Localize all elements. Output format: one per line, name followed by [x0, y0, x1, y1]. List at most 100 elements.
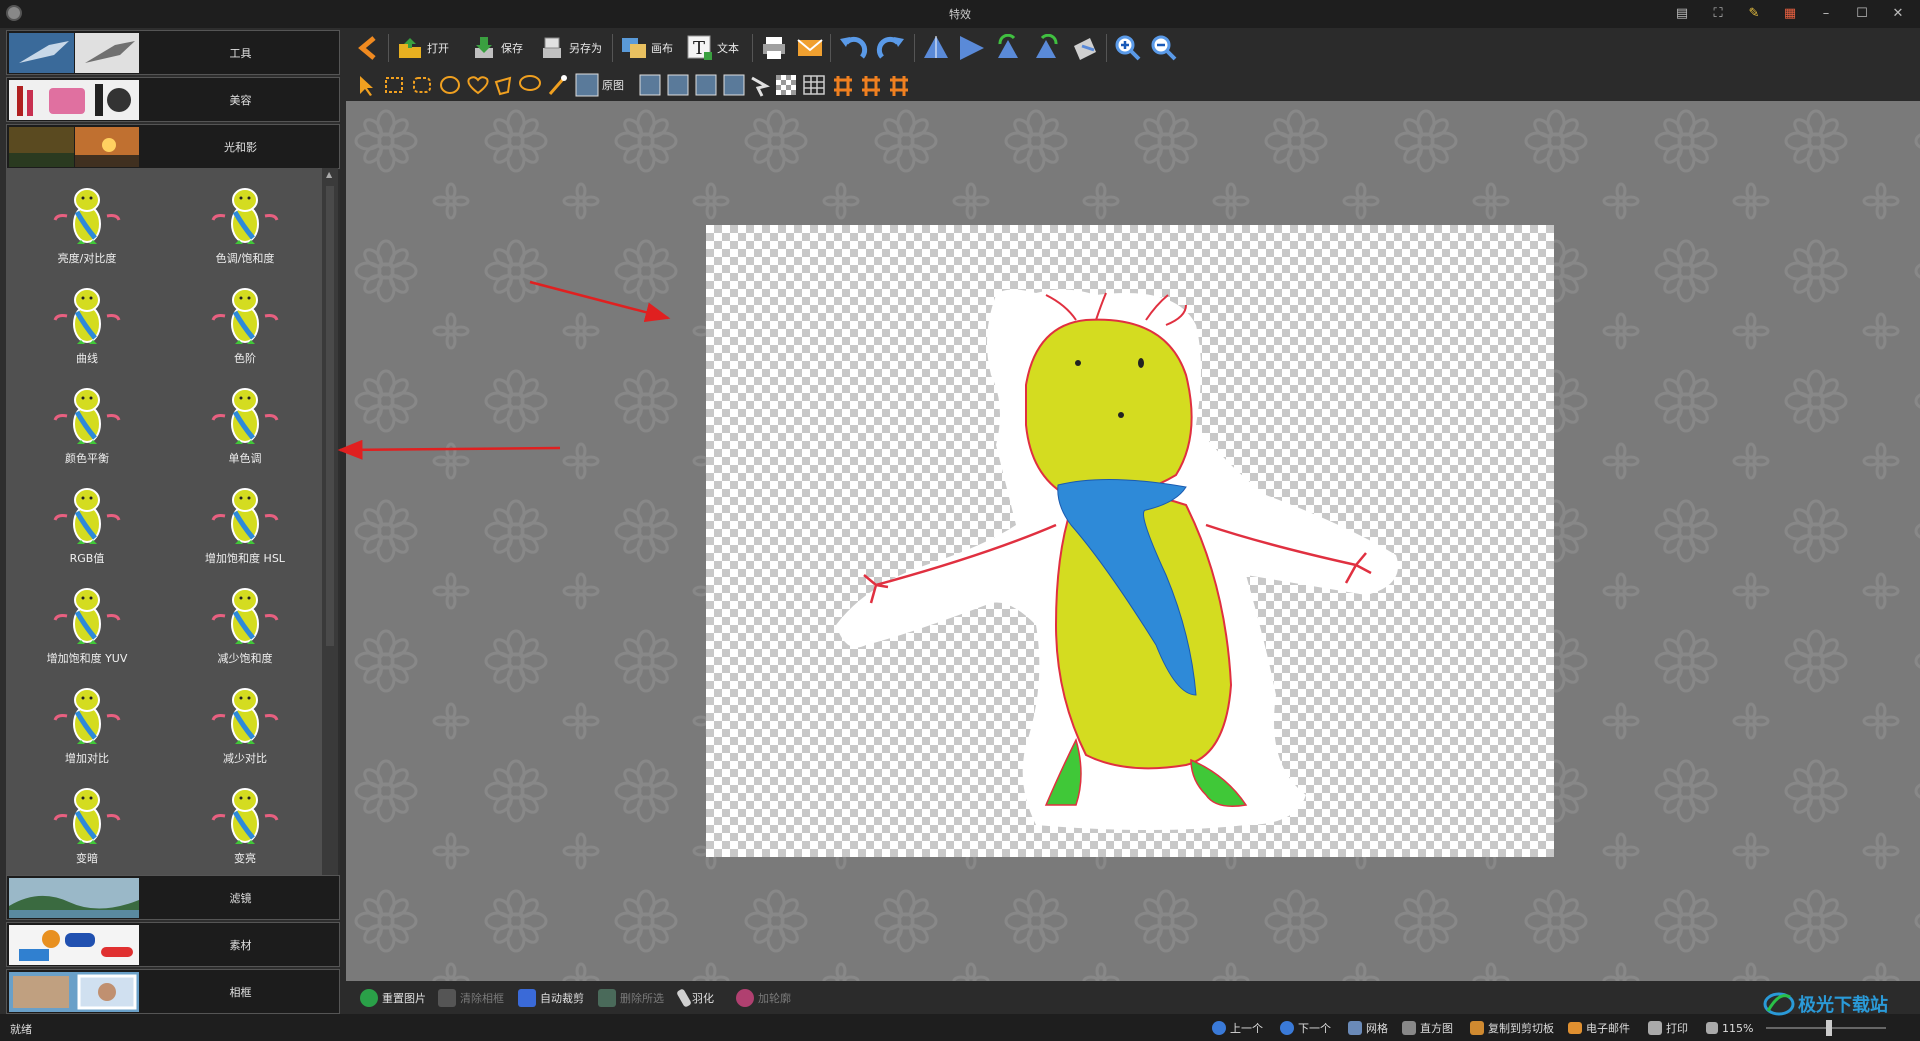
effect-item[interactable]: 亮度/对比度: [12, 178, 162, 274]
scrollbar-thumb[interactable]: [326, 186, 334, 646]
pencil-icon[interactable]: ✎: [1742, 4, 1766, 24]
open-label: 打开: [427, 42, 449, 55]
save-as-icon: [543, 37, 561, 58]
minimize-button[interactable]: –: [1814, 4, 1838, 24]
window-title: 特效: [949, 8, 971, 21]
image-canvas[interactable]: S 中 °, ♪ ▦ ▚: [346, 101, 1920, 981]
prev-button[interactable]: 上一个: [1212, 1018, 1263, 1038]
canvas-icon: [622, 38, 646, 58]
effect-thumbnail-icon: [170, 786, 320, 846]
zoom-in-button[interactable]: [1114, 32, 1142, 64]
grid-button[interactable]: 网格: [1348, 1018, 1388, 1038]
effect-item[interactable]: 增加饱和度 HSL: [170, 478, 320, 574]
feather-icon: [676, 988, 692, 1008]
effect-thumbnail-icon: [12, 186, 162, 246]
reset-image-button[interactable]: 重置图片: [360, 988, 426, 1008]
effect-item[interactable]: 增加饱和度 YUV: [12, 578, 162, 674]
effect-item[interactable]: 变亮: [170, 778, 320, 874]
effect-item[interactable]: 减少对比: [170, 678, 320, 774]
effect-thumbnail-icon: [170, 586, 320, 646]
undo-button[interactable]: [838, 32, 868, 64]
email-status-button[interactable]: 电子邮件: [1568, 1018, 1630, 1038]
title-bar: 特效 ▤ ⛶ ✎ ▦ – ☐ ✕: [0, 0, 1920, 28]
effect-item[interactable]: 增加对比: [12, 678, 162, 774]
email-icon: [1568, 1022, 1582, 1034]
print-status-button[interactable]: 打印: [1648, 1018, 1688, 1038]
right-arrow-icon: [1280, 1021, 1294, 1035]
canvas-button[interactable]: 画布: [620, 32, 673, 64]
effect-item[interactable]: 单色调: [170, 378, 320, 474]
recycle-icon: [360, 989, 378, 1007]
save-label: 保存: [501, 42, 523, 55]
category-beauty[interactable]: 美容: [6, 77, 340, 122]
effect-thumbnail-icon: [12, 286, 162, 346]
effects-scrollbar[interactable]: ▲ ▼: [322, 168, 338, 903]
rotate-right-icon: [1036, 34, 1058, 58]
category-light-shadow[interactable]: 光和影: [6, 124, 340, 169]
free-rotate-button[interactable]: [1070, 32, 1100, 64]
flip-vertical-button[interactable]: [922, 32, 950, 64]
back-button[interactable]: [356, 32, 382, 64]
flip-horizontal-icon: [960, 36, 984, 60]
effect-item[interactable]: 减少饱和度: [170, 578, 320, 674]
effect-thumbnail-icon: [12, 386, 162, 446]
app-window: 特效 ▤ ⛶ ✎ ▦ – ☐ ✕ 工具 美容 光和影 亮度/对比度 色调/饱和度曲: [0, 0, 1920, 1041]
copy-clipboard-button[interactable]: 复制到剪切板: [1470, 1018, 1554, 1038]
printer-icon: [1648, 1021, 1662, 1035]
doc-icon[interactable]: ▤: [1670, 4, 1694, 24]
rotate-right-button[interactable]: [1032, 32, 1062, 64]
palette-icon[interactable]: ▦: [1778, 4, 1802, 24]
original-label: 原图: [602, 79, 624, 92]
category-tools[interactable]: 工具: [6, 30, 340, 75]
print-button[interactable]: [760, 32, 788, 64]
text-button[interactable]: T 文本: [686, 32, 739, 64]
feather-button[interactable]: 羽化: [676, 988, 714, 1008]
histogram-button[interactable]: 直方图: [1402, 1018, 1453, 1038]
rotate-left-button[interactable]: [994, 32, 1024, 64]
delete-selection-button[interactable]: 删除所选: [598, 988, 664, 1008]
maximize-button[interactable]: ☐: [1850, 4, 1874, 24]
watermark-text: 极光下载站: [1798, 995, 1888, 1016]
original-button[interactable]: 原图: [602, 70, 624, 100]
light-shadow-thumbnail-icon: [9, 127, 139, 167]
clipboard-icon: [1470, 1021, 1484, 1035]
text-label: 文本: [717, 42, 739, 55]
tools-thumbnail-icon: [9, 33, 139, 73]
effect-thumbnail-icon: [12, 686, 162, 746]
svg-text:T: T: [693, 38, 705, 59]
left-panel: 工具 美容 光和影 亮度/对比度 色调/饱和度曲线 色阶 颜色平衡 单色调 RGB值 增加饱…: [0, 28, 340, 1014]
zoom-out-button[interactable]: [1150, 32, 1178, 64]
category-label: 素材: [229, 939, 252, 952]
email-button[interactable]: [796, 32, 824, 64]
effects-grid: 亮度/对比度 色调/饱和度曲线 色阶 颜色平衡 单色调 RGB值 增加饱和度 HSL 增加饱和…: [6, 168, 322, 903]
outline-button[interactable]: 加轮廓: [736, 988, 791, 1008]
effect-item[interactable]: 变暗: [12, 778, 162, 874]
effect-item[interactable]: RGB值: [12, 478, 162, 574]
save-button[interactable]: 保存: [470, 32, 523, 64]
undo-icon: [840, 36, 868, 59]
effect-item[interactable]: 色阶: [170, 278, 320, 374]
effect-label: 曲线: [76, 352, 98, 365]
effect-item[interactable]: 曲线: [12, 278, 162, 374]
save-as-button[interactable]: 另存为: [538, 32, 602, 64]
category-material[interactable]: 素材: [6, 922, 340, 967]
scroll-up-icon[interactable]: ▲: [326, 170, 332, 179]
next-button[interactable]: 下一个: [1280, 1018, 1331, 1038]
fullscreen-icon[interactable]: ⛶: [1706, 4, 1730, 24]
open-button[interactable]: 打开: [396, 32, 449, 64]
heart-icon: [736, 989, 754, 1007]
category-filter[interactable]: 滤镜: [6, 875, 340, 920]
flip-horizontal-button[interactable]: [958, 32, 986, 64]
auto-crop-button[interactable]: 自动裁剪: [518, 988, 584, 1008]
clear-frame-button[interactable]: 清除相框: [438, 988, 504, 1008]
effect-item[interactable]: 颜色平衡: [12, 378, 162, 474]
category-frame[interactable]: 相框: [6, 969, 340, 1014]
close-button[interactable]: ✕: [1886, 4, 1910, 24]
clear-frame-icon: [438, 989, 456, 1007]
histogram-icon: [1402, 1021, 1416, 1035]
category-label: 光和影: [224, 141, 257, 154]
document-image[interactable]: [706, 225, 1554, 857]
effect-item[interactable]: 色调/饱和度: [170, 178, 320, 274]
selection-tool-icons[interactable]: [350, 70, 1350, 100]
redo-button[interactable]: [876, 32, 906, 64]
